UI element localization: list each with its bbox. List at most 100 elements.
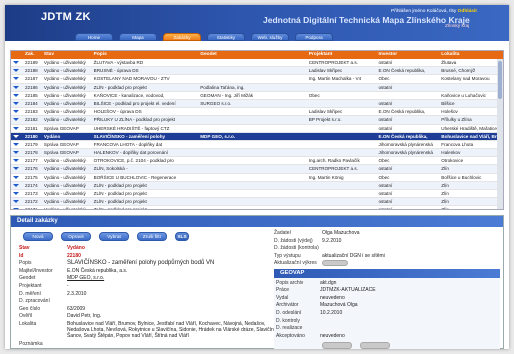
field-link[interactable]: MDP GEO, s.r.o.	[67, 275, 277, 281]
chevron-down-icon	[13, 167, 19, 171]
action-button[interactable]: Aktualizace	[322, 260, 348, 267]
table-cell: BRUSNÉ - úprava DS	[93, 68, 139, 74]
nav-tab-home[interactable]: Home	[75, 33, 113, 41]
table-scrollbar[interactable]	[497, 59, 503, 209]
table-cell: ZLÍN - podklad pro projekt	[93, 191, 147, 196]
row-expand-icon[interactable]	[11, 133, 23, 140]
table-cell	[198, 149, 307, 156]
table-cell: UHERSKÉ HRADIŠTĚ - faptový CTZ	[93, 125, 170, 131]
chevron-down-icon	[13, 134, 19, 138]
table-row[interactable]: 22176 Vydáno - uživatelský ZLÍN, Sokolská …	[11, 165, 503, 174]
table-cell: Kostelany nad Moravou	[441, 76, 490, 82]
detail-button-xls[interactable]: XLS	[175, 232, 189, 241]
table-cell: 22175	[24, 174, 38, 180]
table-row[interactable]: 22184 Vydáno - uživatelský BILŠICE - podkl…	[11, 99, 503, 109]
chevron-down-icon	[13, 151, 19, 155]
row-expand-icon[interactable]	[11, 125, 23, 132]
table-cell	[198, 75, 307, 82]
detail-button-zru-i-filtr[interactable]: Zruši filtr	[137, 232, 167, 241]
row-expand-icon[interactable]	[11, 206, 23, 209]
field-value: 9.2.2010	[322, 237, 342, 244]
table-cell: Zlín	[441, 207, 449, 210]
detail-button-opravit[interactable]: Opravit	[61, 232, 91, 241]
row-expand-icon[interactable]	[11, 92, 23, 99]
row-expand-icon[interactable]	[11, 108, 23, 115]
row-expand-icon[interactable]	[11, 59, 23, 66]
table-cell: 22186	[24, 84, 38, 90]
field-value: JDTMZK-AKTUALIZACE	[320, 287, 376, 294]
row-expand-icon[interactable]	[11, 182, 23, 189]
geovap-button-1[interactable]: Dokončit	[360, 342, 390, 349]
field-label: Žadatel	[274, 230, 291, 236]
nav-tab-mapa[interactable]: Mapa	[119, 33, 157, 41]
table-cell: BOŘŠICE U BUCHLOVIC - Regenerace	[93, 174, 177, 180]
row-expand-icon[interactable]	[11, 165, 23, 172]
column-header[interactable]: Stav	[42, 51, 92, 59]
field-label: Aktualizační výkres	[274, 260, 317, 267]
scrollbar-thumb[interactable]	[498, 61, 502, 99]
table-row[interactable]: 22185 Vydáno - uživatelský KAŇOVICE - kana…	[11, 92, 503, 100]
table-cell: 22182	[24, 117, 38, 123]
geovap-button-0[interactable]: Opravit	[322, 342, 352, 349]
table-cell: Vydáno - uživatelský	[43, 199, 86, 205]
column-header[interactable]: Popis	[92, 51, 199, 59]
detail-button-nov-[interactable]: Nová	[23, 232, 53, 241]
row-expand-icon[interactable]	[11, 100, 23, 107]
column-header[interactable]: Zak.	[23, 51, 42, 59]
table-row[interactable]: 22187 Vydáno - uživatelský KOSTELANY NAD M…	[11, 75, 503, 84]
table-cell: 22174	[24, 182, 38, 188]
nav-tab-statistiky[interactable]: Statistiky	[207, 33, 245, 41]
table-row[interactable]: 22177 Vydáno - uživatelský OTROKOVICE, p.č…	[11, 157, 503, 166]
table-cell: Obec	[378, 76, 390, 82]
column-header[interactable]: Projektant	[307, 51, 377, 59]
table-row[interactable]: 22181 Správa GEOVAP UHERSKÉ HRADIŠTĚ - fap…	[11, 125, 503, 133]
table-cell: Vydáno - uživatelský	[43, 84, 86, 90]
table-cell: ostatní	[378, 207, 393, 210]
row-expand-icon[interactable]	[11, 75, 23, 82]
table-cell: Zlín	[441, 182, 449, 188]
table-cell: Ladislav Skřipec	[308, 68, 343, 74]
field-label: Geo číslo	[19, 305, 41, 312]
column-header[interactable]: Geodet	[198, 51, 307, 59]
table-row[interactable]: 22173 Vydáno - uživatelský ZLÍN - podklad …	[11, 190, 503, 199]
table-row[interactable]: 22188 Vydáno - uživatelský BRUSNÉ - úprava…	[11, 67, 503, 76]
table-row[interactable]: 22183 Vydáno - uživatelský HOLEŠOV - úprav…	[11, 108, 503, 117]
table-cell: KAŇOVICE - kanalizace, vodovod,	[93, 92, 165, 98]
detail-left-fields: Stav Vydáno Id 22180 Popis SLAVIČÍNSKO - zamě…	[19, 245, 277, 348]
table-cell: ostatní	[378, 100, 393, 106]
detail-button-vybrat[interactable]: Vybrat	[99, 232, 129, 241]
row-expand-icon[interactable]	[11, 67, 23, 74]
field-value: Olga Mazuchova	[322, 230, 360, 236]
table-cell: E.ON Česká republika,	[378, 109, 426, 115]
row-expand-icon[interactable]	[11, 149, 23, 156]
table-row[interactable]: 22174 Vydáno - uživatelský ZLÍN - podklad …	[11, 181, 503, 190]
nav-tab-zak-zky[interactable]: Zakázky	[163, 33, 201, 41]
row-expand-icon[interactable]	[11, 141, 23, 148]
table-row[interactable]: 22172 Vydáno - uživatelský ZLÍN - podklad …	[11, 198, 503, 207]
row-expand-icon[interactable]	[11, 190, 23, 197]
row-expand-icon[interactable]	[11, 198, 23, 205]
field-label: D. kontroly	[276, 317, 300, 324]
row-expand-icon[interactable]	[11, 116, 23, 123]
table-row[interactable]: 22189 Vydáno - uživatelský ŽLUTAVA - výsta…	[11, 59, 503, 68]
row-expand-icon[interactable]	[11, 84, 23, 91]
nav-tab-podpora[interactable]: Podpora	[295, 33, 333, 41]
table-cell: Jihomoravská plynárenská	[378, 141, 433, 147]
table-row[interactable]: 22178 Správa GEOVAP HALENKOV - doplňky dat…	[11, 149, 503, 158]
column-header[interactable]: Investor	[377, 51, 440, 59]
column-header[interactable]: Lokalita	[439, 51, 503, 59]
chevron-down-icon	[13, 110, 19, 114]
table-row[interactable]: 22182 Vydáno - uživatelský PŘILUKY U ZLÍNA…	[11, 116, 503, 125]
table-row[interactable]: 22179 Správa GEOVAP FRANCOVA LHOTA - doplň…	[11, 141, 503, 150]
table-row[interactable]: 22175 Vydáno - uživatelský BOŘŠICE U BUCHL…	[11, 174, 503, 182]
table-row[interactable]: 22180 Vydáno SLAVIČÍNSKO - zaměření polohy…	[11, 132, 503, 141]
table-row[interactable]: 22171 Vydáno - uživatelský ZLÍN - podklad …	[11, 206, 503, 210]
logout-link[interactable]: Odhlásit	[458, 9, 477, 14]
field-label: D. odeslání	[276, 310, 302, 317]
table-cell: Správa GEOVAP	[43, 125, 79, 131]
row-expand-icon[interactable]	[11, 157, 23, 164]
row-expand-icon[interactable]	[11, 174, 23, 181]
detail-toolbar: Nová Opravit Vybrat Zruši filtr XLS	[23, 232, 189, 241]
nav-tab-web-slu-by[interactable]: Web. služby	[251, 33, 289, 41]
table-row[interactable]: 22186 Vydáno - uživatelský ZLÍN - podklad …	[11, 83, 503, 92]
